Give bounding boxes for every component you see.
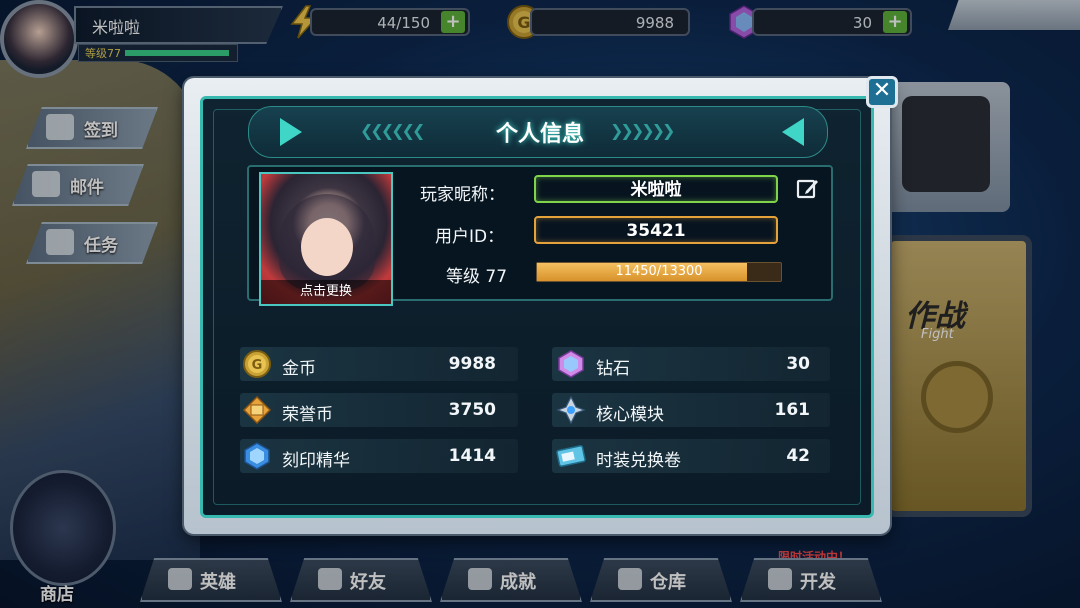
honor-coin-icon	[242, 395, 272, 425]
engraving-essence-icon	[244, 442, 270, 470]
nickname-label: 玩家昵称：	[420, 185, 505, 205]
currency-name: 钻石	[596, 359, 630, 379]
close-button[interactable]: ✕	[866, 76, 898, 108]
currency-name: 荣誉币	[282, 405, 333, 425]
edit-icon[interactable]	[796, 177, 820, 201]
nickname-field: 米啦啦	[534, 175, 778, 203]
currency-value: 9988	[448, 354, 496, 374]
level-label: 等级 77	[446, 267, 508, 287]
userid-field: 35421	[534, 216, 778, 244]
core-module-icon	[556, 395, 586, 425]
diamond-icon	[558, 350, 584, 378]
currency-name: 刻印精华	[282, 451, 350, 471]
exp-progress-text: 11450/13300	[615, 264, 703, 279]
currency-value: 30	[786, 354, 810, 374]
costume-voucher-icon	[556, 445, 586, 467]
exp-progress-bar: 11450/13300	[536, 262, 782, 282]
userid-label: 用户ID：	[435, 227, 505, 247]
currency-value: 3750	[448, 400, 496, 420]
currency-value: 161	[774, 400, 811, 420]
change-portrait-caption: 点击更换	[261, 280, 391, 304]
player-portrait[interactable]: 点击更换	[259, 172, 393, 306]
currency-value: 1414	[448, 446, 496, 466]
svg-text:G: G	[252, 358, 263, 373]
gold-coin-icon: G	[243, 350, 271, 378]
currency-value: 42	[786, 446, 810, 466]
currency-name: 时装兑换卷	[596, 451, 681, 471]
modal-title: 个人信息	[495, 122, 584, 147]
portrait-face	[301, 218, 353, 276]
currency-name: 金币	[282, 359, 316, 379]
currency-name: 核心模块	[596, 405, 664, 425]
